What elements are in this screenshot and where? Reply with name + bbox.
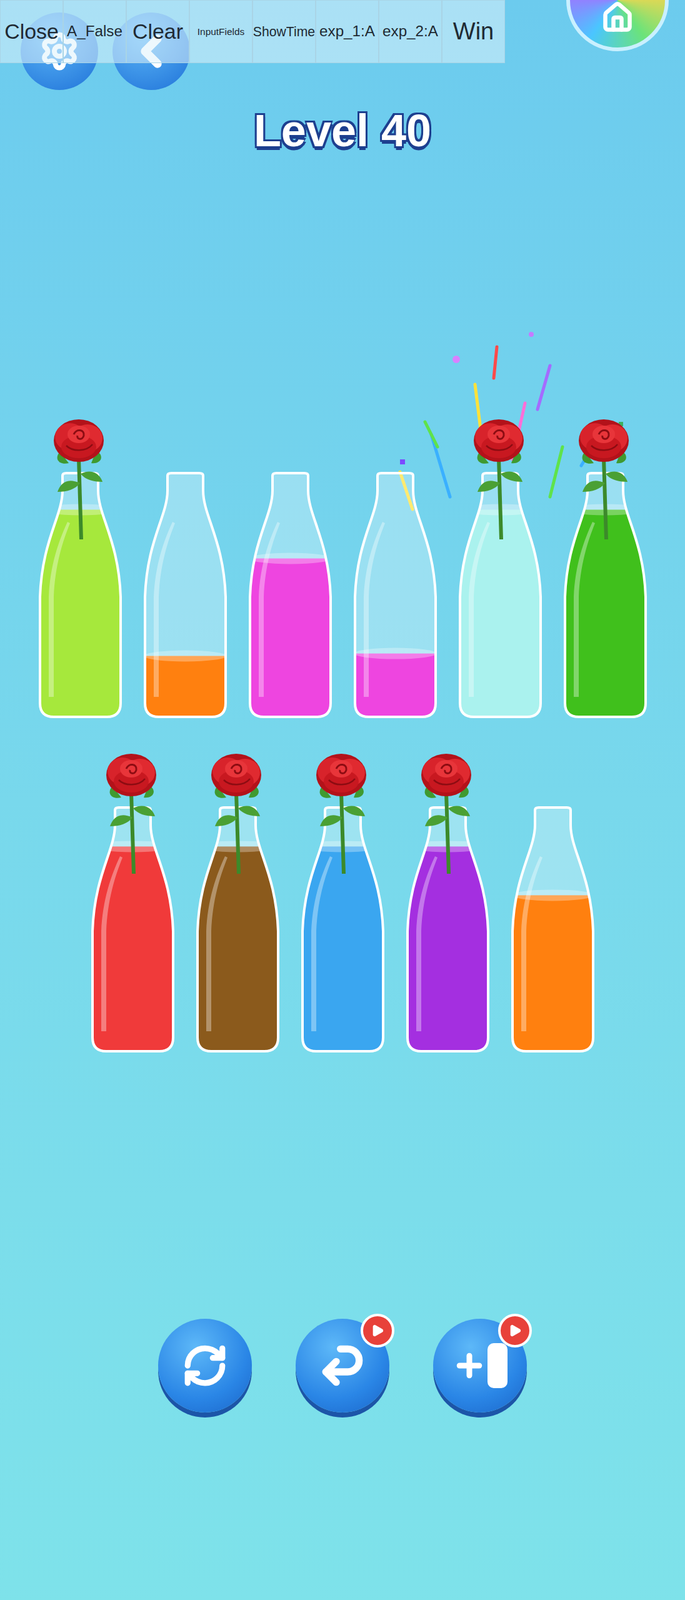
home-button[interactable] (566, 0, 669, 52)
add-bottle-icon (452, 1343, 508, 1389)
debug-button[interactable]: exp_1:A (315, 0, 379, 64)
bottle-icon (90, 806, 176, 1054)
bottle-icon (300, 806, 386, 1054)
rose-icon (93, 748, 172, 874)
bottle[interactable] (300, 806, 386, 1054)
bottle-row (37, 471, 649, 720)
bottle-icon (510, 806, 596, 1054)
debug-button[interactable]: InputFields (189, 0, 253, 64)
bottle[interactable] (510, 806, 596, 1054)
controls (158, 1318, 527, 1413)
bottle[interactable] (405, 806, 491, 1054)
debug-button[interactable]: A_False (63, 0, 127, 64)
level-title: Level 40 (253, 108, 432, 154)
bottle-icon (562, 471, 649, 720)
bottle-icon (247, 471, 334, 720)
play-icon (508, 1323, 522, 1338)
rose-icon (566, 414, 644, 540)
bottle-row (90, 806, 596, 1054)
home-icon (601, 1, 634, 34)
play-icon (370, 1323, 385, 1338)
bottle-icon (405, 806, 491, 1054)
bottle[interactable] (37, 471, 124, 720)
restart-button[interactable] (158, 1318, 252, 1413)
add-button[interactable] (433, 1318, 527, 1413)
rose-icon (198, 748, 277, 874)
bottle[interactable] (195, 806, 281, 1054)
bottle[interactable] (247, 471, 334, 720)
bottle-icon (457, 471, 544, 720)
bottle-icon (352, 471, 439, 720)
debug-button[interactable]: Clear (126, 0, 190, 64)
bottle-icon (195, 806, 281, 1054)
ad-badge (498, 1313, 532, 1348)
debug-button[interactable]: ShowTime (252, 0, 316, 64)
undo-icon (317, 1340, 368, 1391)
game-screen: CloseA_FalseClearInputFieldsShowTimeexp_… (0, 0, 685, 1600)
rose-icon (461, 414, 539, 540)
bottle[interactable] (142, 471, 229, 720)
debug-button[interactable]: Close (0, 0, 64, 64)
bottle[interactable] (562, 471, 649, 720)
rose-icon (41, 414, 119, 540)
bottle[interactable] (457, 471, 544, 720)
undo-button[interactable] (295, 1318, 390, 1413)
bottle[interactable] (90, 806, 176, 1054)
rose-icon (408, 748, 487, 874)
bottle-icon (37, 471, 124, 720)
debug-button[interactable]: exp_2:A (378, 0, 442, 64)
bottle-icon (142, 471, 229, 720)
top-area: CloseA_FalseClearInputFieldsShowTimeexp_… (0, 0, 685, 64)
debug-button[interactable]: Win (441, 0, 505, 64)
restart-icon (181, 1342, 229, 1389)
bottle[interactable] (352, 471, 439, 720)
debug-bar: CloseA_FalseClearInputFieldsShowTimeexp_… (0, 0, 685, 64)
rose-icon (303, 748, 382, 874)
ad-badge (360, 1313, 395, 1348)
